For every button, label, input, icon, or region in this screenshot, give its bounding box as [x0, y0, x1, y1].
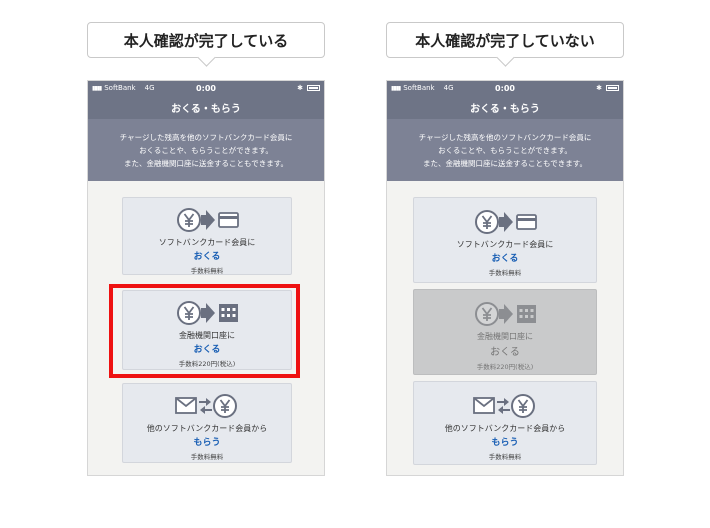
- battery-icon: [606, 85, 619, 91]
- envelope-icon: [175, 397, 197, 414]
- yen-icon: [475, 302, 499, 326]
- nav-title: おくる・もらう: [88, 95, 324, 119]
- yen-icon: [177, 208, 201, 232]
- description-line: おくることや、もらうことができます。: [139, 145, 273, 155]
- send-to-member-button[interactable]: ソフトバンクカード会員に おくる 手数料無料: [413, 197, 597, 283]
- highlight-frame: [109, 284, 300, 378]
- yen-icon: [213, 394, 237, 418]
- bank-icon: [517, 305, 536, 323]
- status-bar: ▮▮▮▮ SoftBank 4G 0:00 ✱: [387, 81, 623, 95]
- nav-title: おくる・もらう: [387, 95, 623, 119]
- description: チャージした残高を他のソフトバンクカード会員に おくることや、もらうことができま…: [387, 119, 623, 181]
- card-fee: 手数料無料: [488, 269, 522, 277]
- status-bar: ▮▮▮▮ SoftBank 4G 0:00 ✱: [88, 81, 324, 95]
- battery-icon: [307, 85, 320, 91]
- card-action: おくる: [193, 252, 221, 262]
- card-fee: 手数料無料: [488, 453, 522, 461]
- phone-verified: ▮▮▮▮ SoftBank 4G 0:00 ✱ おくる・もらう チャージした残高…: [87, 80, 325, 476]
- arrow-right-icon: [499, 304, 513, 324]
- exchange-arrows-icon: [199, 398, 212, 414]
- bluetooth-icon: ✱: [297, 84, 303, 92]
- status-time: 0:00: [196, 83, 216, 93]
- card-action: おくる: [490, 347, 520, 358]
- description: チャージした残高を他のソフトバンクカード会員に おくることや、もらうことができま…: [88, 119, 324, 181]
- card-fee: 手数料無料: [190, 453, 224, 461]
- description-line: チャージした残高を他のソフトバンクカード会員に: [418, 132, 592, 142]
- description-line: また、金融機関口座に送金することもできます。: [423, 158, 587, 168]
- yen-icon: [511, 394, 535, 418]
- description-line: おくることや、もらうことができます。: [438, 145, 572, 155]
- card-label: 他のソフトバンクカード会員から: [444, 424, 566, 433]
- card-action: おくる: [491, 254, 519, 264]
- phone-unverified: ▮▮▮▮ SoftBank 4G 0:00 ✱ おくる・もらう チャージした残高…: [386, 80, 624, 476]
- card-icon: [516, 214, 537, 230]
- card-label: 金融機関口座に: [477, 332, 533, 341]
- arrow-right-icon: [201, 210, 215, 230]
- card-label: ソフトバンクカード会員に: [158, 238, 256, 247]
- receive-from-member-button[interactable]: 他のソフトバンクカード会員から もらう 手数料無料: [413, 381, 597, 465]
- card-label: ソフトバンクカード会員に: [456, 240, 554, 249]
- arrow-right-icon: [499, 212, 513, 232]
- status-time: 0:00: [495, 83, 515, 93]
- description-line: チャージした残高を他のソフトバンクカード会員に: [119, 132, 293, 142]
- send-to-bank-button-disabled: 金融機関口座に おくる 手数料220円(税込): [413, 289, 597, 375]
- envelope-icon: [473, 397, 495, 414]
- yen-icon: [475, 210, 499, 234]
- card-label: 他のソフトバンクカード会員から: [146, 424, 268, 433]
- card-fee: 手数料無料: [190, 267, 224, 275]
- card-action: もらう: [193, 438, 221, 448]
- receive-from-member-button[interactable]: 他のソフトバンクカード会員から もらう 手数料無料: [122, 383, 292, 463]
- card-action: もらう: [491, 438, 519, 448]
- card-fee: 手数料220円(税込): [476, 363, 534, 371]
- caption-unverified: 本人確認が完了していない: [386, 22, 624, 67]
- caption-verified: 本人確認が完了している: [87, 22, 325, 67]
- description-line: また、金融機関口座に送金することもできます。: [124, 158, 288, 168]
- card-icon: [218, 212, 239, 228]
- exchange-arrows-icon: [497, 398, 510, 414]
- send-to-member-button[interactable]: ソフトバンクカード会員に おくる 手数料無料: [122, 197, 292, 275]
- bluetooth-icon: ✱: [596, 84, 602, 92]
